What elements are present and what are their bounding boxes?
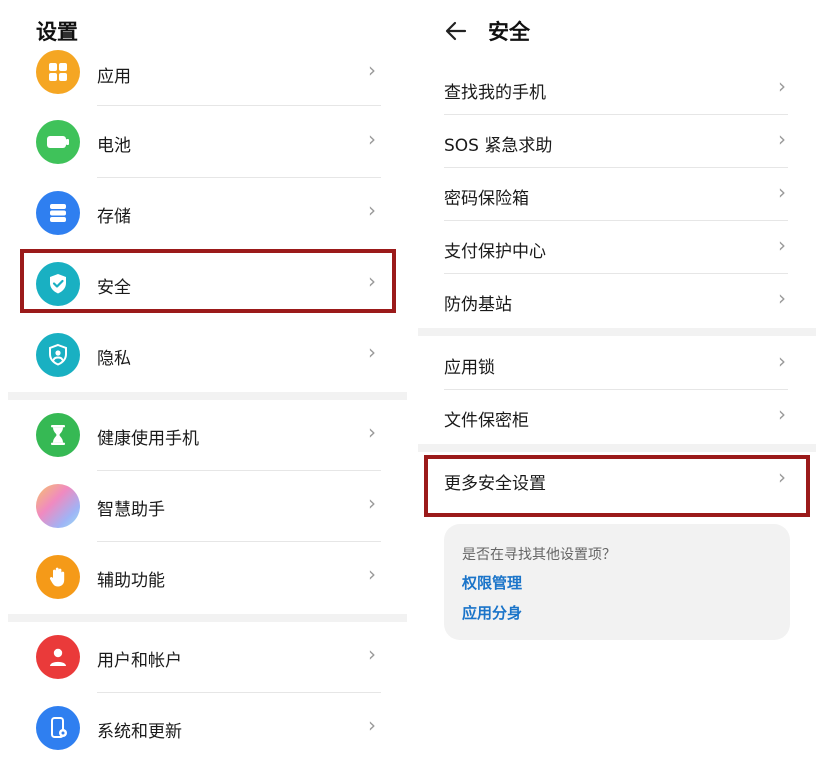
- user-icon: [36, 635, 80, 679]
- chevron-right-icon: ›: [368, 58, 376, 82]
- settings-item-accessibility[interactable]: 辅助功能 ›: [0, 542, 412, 612]
- section-separator: [8, 392, 408, 400]
- storage-icon: [36, 191, 80, 235]
- security-item-payment-protection[interactable]: 支付保护中心 ›: [412, 221, 824, 273]
- divider: [97, 105, 381, 106]
- assistant-orb-icon: [36, 484, 80, 528]
- settings-item-label: 智慧助手: [97, 500, 165, 520]
- section-separator: [418, 328, 816, 336]
- page-title: 设置: [36, 20, 78, 44]
- chevron-right-icon: ›: [368, 340, 376, 364]
- security-item-label: 文件保密柜: [444, 411, 529, 431]
- phone-settings-icon: [36, 706, 80, 750]
- chevron-right-icon: ›: [778, 127, 786, 151]
- settings-item-smart-assistant[interactable]: 智慧助手 ›: [0, 471, 412, 541]
- security-item-find-my-phone[interactable]: 查找我的手机 ›: [412, 62, 824, 114]
- suggestion-question: 是否在寻找其他设置项？: [462, 547, 616, 563]
- page-title: 安全: [488, 20, 530, 44]
- security-item-app-lock[interactable]: 应用锁 ›: [412, 337, 824, 389]
- grid-icon: [36, 50, 80, 94]
- hand-icon: [36, 555, 80, 599]
- security-item-anti-fake-station[interactable]: 防伪基站 ›: [412, 274, 824, 326]
- security-item-label: 查找我的手机: [444, 83, 546, 103]
- settings-item-system-update[interactable]: 系统和更新 ›: [0, 693, 412, 761]
- link-app-twin[interactable]: 应用分身: [462, 602, 522, 623]
- settings-item-storage[interactable]: 存储 ›: [0, 178, 412, 248]
- chevron-right-icon: ›: [368, 198, 376, 222]
- security-item-label: 防伪基站: [444, 295, 512, 315]
- highlight-box: [20, 249, 396, 313]
- chevron-right-icon: ›: [778, 286, 786, 310]
- security-item-label: 密码保险箱: [444, 189, 529, 209]
- settings-item-label: 应用: [97, 67, 131, 87]
- chevron-right-icon: ›: [368, 420, 376, 444]
- battery-icon: [36, 120, 80, 164]
- back-arrow-icon[interactable]: [443, 18, 469, 44]
- security-item-password-vault[interactable]: 密码保险箱 ›: [412, 168, 824, 220]
- security-item-sos[interactable]: SOS 紧急求助 ›: [412, 115, 824, 167]
- settings-item-digital-balance[interactable]: 健康使用手机 ›: [0, 400, 412, 470]
- settings-item-label: 电池: [97, 136, 131, 156]
- settings-panel: 设置 应用 › 电池 › 存储 › 安全 › 隐私 › 健康使用手机 › 智慧助…: [0, 0, 412, 761]
- section-separator: [418, 444, 816, 452]
- settings-item-battery[interactable]: 电池 ›: [0, 107, 412, 177]
- settings-item-label: 用户和帐户: [97, 651, 182, 671]
- settings-item-label: 系统和更新: [97, 722, 182, 742]
- chevron-right-icon: ›: [778, 349, 786, 373]
- security-item-label: 支付保护中心: [444, 242, 546, 262]
- chevron-right-icon: ›: [778, 402, 786, 426]
- settings-item-label: 隐私: [97, 349, 131, 369]
- link-permission-management[interactable]: 权限管理: [462, 572, 522, 593]
- settings-item-label: 辅助功能: [97, 571, 165, 591]
- security-item-file-safe[interactable]: 文件保密柜 ›: [412, 390, 824, 442]
- chevron-right-icon: ›: [368, 642, 376, 666]
- chevron-right-icon: ›: [368, 127, 376, 151]
- hourglass-icon: [36, 413, 80, 457]
- suggestion-card: 是否在寻找其他设置项？ 权限管理 应用分身: [444, 524, 790, 640]
- chevron-right-icon: ›: [778, 74, 786, 98]
- security-item-label: 应用锁: [444, 358, 495, 378]
- chevron-right-icon: ›: [368, 713, 376, 737]
- chevron-right-icon: ›: [778, 233, 786, 257]
- settings-item-privacy[interactable]: 隐私 ›: [0, 320, 412, 390]
- privacy-icon: [36, 333, 80, 377]
- security-item-label: SOS 紧急求助: [444, 136, 553, 156]
- highlight-box: [424, 455, 810, 517]
- settings-item-label: 存储: [97, 207, 131, 227]
- chevron-right-icon: ›: [368, 562, 376, 586]
- settings-item-users-accounts[interactable]: 用户和帐户 ›: [0, 622, 412, 692]
- chevron-right-icon: ›: [778, 180, 786, 204]
- settings-item-apps[interactable]: 应用 ›: [0, 46, 412, 106]
- chevron-right-icon: ›: [368, 491, 376, 515]
- section-separator: [8, 614, 408, 622]
- settings-item-label: 健康使用手机: [97, 429, 199, 449]
